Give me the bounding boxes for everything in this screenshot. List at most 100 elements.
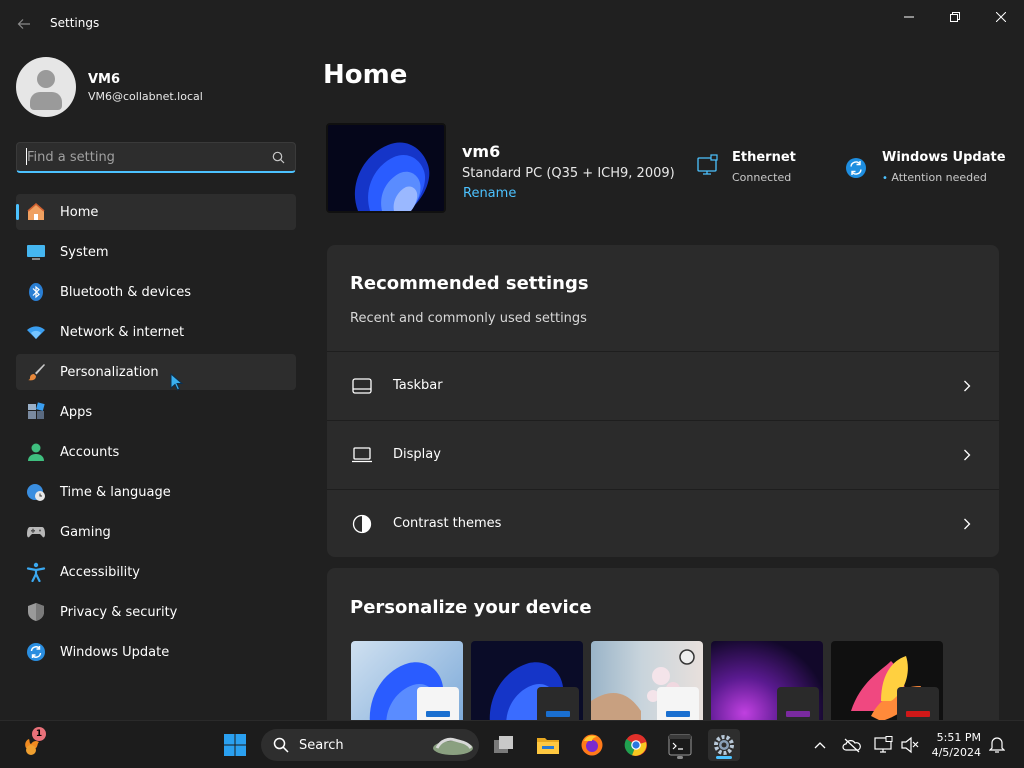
wifi-icon <box>26 322 46 342</box>
windows-update-status[interactable]: Windows Update • Attention needed <box>845 150 1006 184</box>
sidebar-item-windows-update[interactable]: Windows Update <box>16 634 296 670</box>
task-view-icon <box>494 736 513 753</box>
sidebar-item-home[interactable]: Home <box>16 194 296 230</box>
person-icon <box>26 442 46 462</box>
device-name: vm6 <box>462 142 501 161</box>
onedrive-button[interactable] <box>836 729 868 761</box>
firefox-icon <box>581 734 603 756</box>
sidebar-item-label: Accounts <box>60 444 120 460</box>
find-setting-search[interactable] <box>16 142 296 173</box>
sidebar-item-time-language[interactable]: Time & language <box>16 474 296 510</box>
sidebar-item-accounts[interactable]: Accounts <box>16 434 296 470</box>
theme-captured-motion[interactable] <box>831 641 943 728</box>
accessibility-icon <box>26 562 46 582</box>
rename-link[interactable]: Rename <box>463 186 516 201</box>
update-icon <box>26 642 46 662</box>
shield-icon <box>26 602 46 622</box>
sidebar-item-apps[interactable]: Apps <box>16 394 296 430</box>
sidebar-item-gaming[interactable]: Gaming <box>16 514 296 550</box>
selection-indicator <box>16 204 19 220</box>
sidebar-item-network[interactable]: Network & internet <box>16 314 296 350</box>
sidebar-item-label: System <box>60 244 109 260</box>
sidebar-item-label: Windows Update <box>60 644 170 660</box>
windows-logo-icon <box>224 734 246 756</box>
taskbar-search-label: Search <box>299 737 344 753</box>
chrome-button[interactable] <box>620 729 652 761</box>
clock-date: 4/5/2024 <box>931 746 981 759</box>
chrome-icon <box>624 734 647 756</box>
task-view-button[interactable] <box>488 729 520 761</box>
minimize-button[interactable] <box>886 6 932 28</box>
laptop-icon <box>351 444 373 466</box>
chevron-right-icon <box>959 516 975 532</box>
globe-clock-icon <box>26 482 46 502</box>
running-indicator <box>677 756 683 759</box>
sidebar-item-label: Apps <box>60 404 93 420</box>
sidebar-item-system[interactable]: System <box>16 234 296 270</box>
recommended-row-display[interactable]: Display <box>327 420 999 488</box>
notification-badge: 1 <box>32 727 46 741</box>
sidebar-nav: Home System Bluetooth & devices Network … <box>16 194 296 674</box>
user-profile[interactable]: VM6 VM6@collabnet.local <box>16 57 203 117</box>
clock-time: 5:51 PM <box>936 731 981 744</box>
avatar <box>16 57 76 117</box>
theme-glow[interactable] <box>711 641 823 728</box>
settings-button[interactable] <box>708 729 740 761</box>
update-subtitle: • Attention needed <box>882 171 1006 184</box>
sidebar-item-accessibility[interactable]: Accessibility <box>16 554 296 590</box>
back-button[interactable] <box>12 12 36 36</box>
show-hidden-icons-button[interactable] <box>804 729 836 761</box>
recommended-row-contrast-themes[interactable]: Contrast themes <box>327 489 999 557</box>
sidebar-item-label: Network & internet <box>60 324 185 340</box>
row-label: Taskbar <box>393 378 443 393</box>
theme-windows-dark[interactable] <box>471 641 583 728</box>
theme-flowers[interactable] <box>591 641 703 728</box>
sidebar-item-privacy[interactable]: Privacy & security <box>16 594 296 630</box>
notifications-button[interactable] <box>981 729 1013 761</box>
title-bar: Settings <box>0 0 1024 48</box>
ethernet-title: Ethernet <box>732 150 796 165</box>
system-clock[interactable]: 5:51 PM 4/5/2024 <box>925 730 981 760</box>
gear-icon <box>714 735 734 755</box>
close-icon <box>996 12 1006 22</box>
app-title: Settings <box>50 16 100 30</box>
ethernet-icon <box>697 154 718 175</box>
update-title: Windows Update <box>882 150 1006 165</box>
row-label: Contrast themes <box>393 516 502 531</box>
ethernet-status[interactable]: Ethernet Connected <box>696 150 796 184</box>
mouse-pointer-icon <box>170 373 184 391</box>
start-button[interactable] <box>219 729 251 761</box>
volume-button[interactable] <box>894 729 926 761</box>
bluetooth-icon <box>26 282 46 302</box>
terminal-button[interactable] <box>664 729 696 761</box>
maximize-button[interactable] <box>932 6 978 28</box>
gamepad-icon <box>26 522 46 542</box>
firefox-button[interactable] <box>576 729 608 761</box>
chevron-right-icon <box>959 378 975 394</box>
attention-dot-icon: • <box>882 173 888 184</box>
arrow-left-icon <box>17 19 30 29</box>
profile-name: VM6 <box>88 71 121 87</box>
sync-icon <box>846 158 866 178</box>
search-input[interactable] <box>27 149 272 165</box>
taskbar: Search 5:51 PM 4/5/2024 <box>0 720 1024 768</box>
sidebar-item-label: Privacy & security <box>60 604 178 620</box>
file-explorer-button[interactable] <box>532 729 564 761</box>
recommended-title: Recommended settings <box>350 273 589 294</box>
speaker-muted-icon <box>901 736 919 754</box>
contrast-icon <box>351 513 373 535</box>
search-highlight-icon <box>433 737 473 755</box>
sidebar-item-label: Gaming <box>60 524 111 540</box>
recommended-row-taskbar[interactable]: Taskbar <box>327 351 999 419</box>
taskbar-search[interactable]: Search <box>261 729 479 761</box>
search-icon <box>272 151 285 163</box>
sidebar-item-personalization[interactable]: Personalization <box>16 354 296 390</box>
row-label: Display <box>393 447 441 462</box>
apps-icon <box>26 402 46 422</box>
network-monitor-icon <box>874 736 893 753</box>
close-button[interactable] <box>978 6 1024 28</box>
device-wallpaper-thumbnail <box>326 123 446 213</box>
chevron-up-icon <box>814 742 826 749</box>
theme-windows-light[interactable] <box>351 641 463 728</box>
sidebar-item-bluetooth[interactable]: Bluetooth & devices <box>16 274 296 310</box>
